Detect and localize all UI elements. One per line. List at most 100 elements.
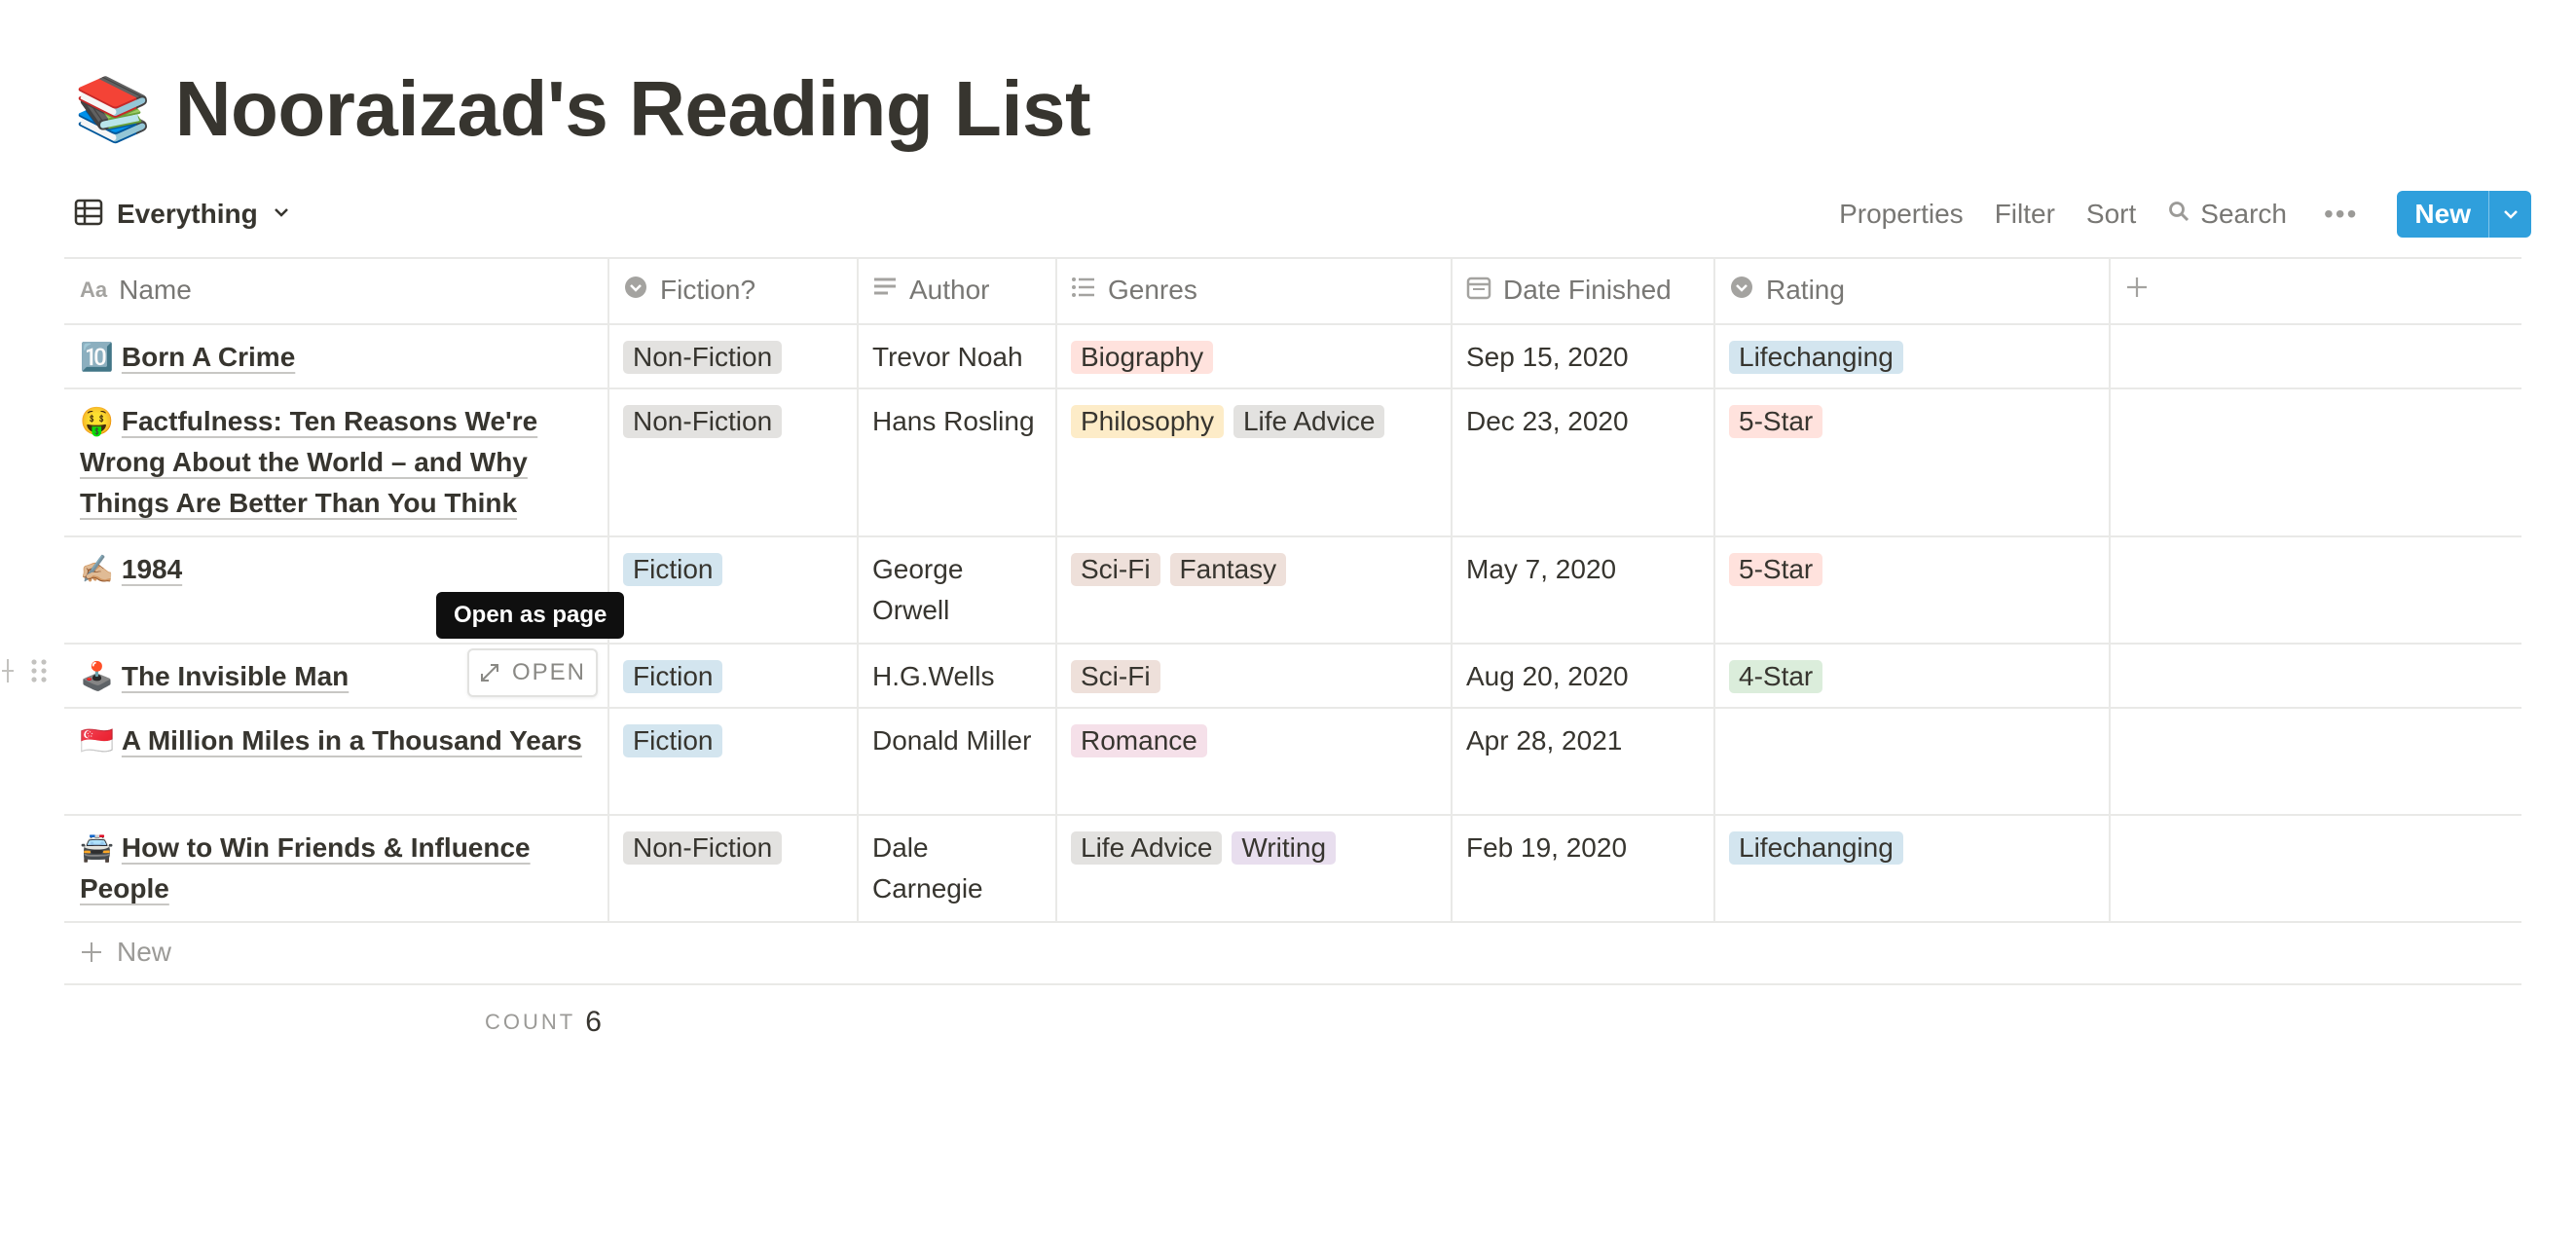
rating-cell[interactable]: 4-Star [1713, 643, 2109, 711]
column-header-fiction[interactable]: Fiction? [607, 257, 857, 323]
list-icon [1071, 275, 1096, 307]
column-label: Date Finished [1503, 275, 1672, 305]
page-title-text[interactable]: Nooraizad's Reading List [175, 64, 1091, 154]
author-cell[interactable]: Trevor Noah [857, 323, 1055, 391]
rating-cell[interactable]: Lifechanging [1713, 814, 2109, 882]
view-selector[interactable]: Everything [74, 191, 291, 238]
table-row[interactable]: 🕹️ The Invisible Man Fiction H.G.Wells Sci-F… [64, 643, 2521, 707]
fiction-cell[interactable]: Non-Fiction [607, 387, 857, 456]
new-row-label: New [117, 937, 172, 967]
genres-cell[interactable]: Biography [1055, 323, 1451, 391]
tag: 4-Star [1729, 660, 1823, 693]
name-cell[interactable]: 🔟 Born A Crime [64, 323, 607, 391]
column-header-rating[interactable]: Rating [1713, 257, 2109, 323]
row-drag-handle[interactable] [0, 656, 49, 690]
date-cell[interactable]: Sep 15, 2020 [1451, 323, 1713, 391]
filter-button[interactable]: Filter [1995, 199, 2055, 230]
tag: Philosophy [1071, 405, 1224, 438]
tag: Non-Fiction [623, 341, 783, 374]
page-name-link[interactable]: Born A Crime [122, 342, 295, 372]
date-text: Aug 20, 2020 [1466, 661, 1629, 691]
sort-button[interactable]: Sort [2086, 199, 2136, 230]
column-header-name[interactable]: Aa Name [64, 257, 607, 323]
author-text: Trevor Noah [872, 342, 1023, 372]
date-cell[interactable]: Dec 23, 2020 [1451, 387, 1713, 456]
name-cell[interactable]: 🤑 Factfulness: Ten Reasons We're Wrong Ab… [64, 387, 607, 537]
name-cell[interactable]: 🚔 How to Win Friends & Influence People [64, 814, 607, 923]
table-row[interactable]: 🚔 How to Win Friends & Influence People No… [64, 814, 2521, 921]
drag-icon[interactable] [29, 656, 49, 690]
page-name-link[interactable]: The Invisible Man [122, 661, 349, 691]
text-icon: Aa [80, 277, 108, 302]
table-row[interactable]: 🔟 Born A Crime Non-Fiction Trevor Noah Biogr… [64, 323, 2521, 387]
plus-icon[interactable] [0, 656, 18, 690]
books-icon: 📚 [74, 74, 152, 144]
new-row-button[interactable]: New [64, 921, 2521, 983]
tag: Life Advice [1071, 831, 1223, 865]
toolbar-actions: Properties Filter Sort Search ••• New [1808, 191, 2531, 238]
properties-button[interactable]: Properties [1839, 199, 1964, 230]
fiction-cell[interactable]: Non-Fiction [607, 323, 857, 391]
date-cell[interactable]: Aug 20, 2020 [1451, 643, 1713, 711]
rating-cell[interactable]: 5-Star [1713, 387, 2109, 456]
page-title: 📚 Nooraizad's Reading List [74, 60, 1091, 158]
page-emoji-icon: 🕹️ [80, 661, 114, 691]
column-header-genres[interactable]: Genres [1055, 257, 1451, 323]
fiction-cell[interactable]: Fiction [607, 643, 857, 711]
empty-cell[interactable] [2109, 323, 2521, 350]
tag: Lifechanging [1729, 831, 1903, 865]
tag: Fiction [623, 724, 723, 757]
genres-cell[interactable]: Philosophy Life Advice [1055, 387, 1451, 456]
rating-cell[interactable]: 5-Star [1713, 535, 2109, 604]
rating-cell[interactable]: Lifechanging [1713, 323, 2109, 391]
name-cell[interactable]: 🇸🇬 A Million Miles in a Thousand Years [64, 707, 607, 775]
plus-icon [82, 942, 101, 962]
author-cell[interactable]: Dale Carnegie [857, 814, 1055, 923]
empty-cell[interactable] [2109, 535, 2521, 563]
page-name-link[interactable]: 1984 [122, 554, 182, 584]
genres-cell[interactable]: Life Advice Writing [1055, 814, 1451, 882]
table-row[interactable]: 🇸🇬 A Million Miles in a Thousand Years Fic… [64, 707, 2521, 814]
expand-icon [480, 664, 498, 682]
more-options-icon[interactable]: ••• [2324, 199, 2358, 230]
column-header-author[interactable]: Author [857, 257, 1055, 323]
page-name-link[interactable]: Factfulness: Ten Reasons We're Wrong Abo… [80, 406, 537, 518]
view-label: Everything [117, 199, 258, 229]
empty-cell[interactable] [2109, 707, 2521, 734]
page-name-link[interactable]: How to Win Friends & Influence People [80, 832, 531, 904]
author-cell[interactable]: Hans Rosling [857, 387, 1055, 456]
new-dropdown-button[interactable] [2488, 191, 2531, 238]
genres-cell[interactable]: Sci-Fi Fantasy [1055, 535, 1451, 604]
search-button[interactable]: Search [2167, 199, 2287, 230]
author-cell[interactable]: George Orwell [857, 535, 1055, 645]
author-cell[interactable]: H.G.Wells [857, 643, 1055, 711]
search-icon [2167, 199, 2190, 230]
fiction-cell[interactable]: Fiction [607, 707, 857, 775]
tag: Writing [1232, 831, 1337, 865]
count-value: 6 [585, 1006, 602, 1038]
count-label: COUNT [485, 1010, 576, 1034]
empty-cell[interactable] [2109, 814, 2521, 841]
table-row[interactable]: ✍🏼 1984 Fiction George Orwell Sci-Fi Fantasy M… [64, 535, 2521, 643]
count-summary[interactable]: COUNT 6 [485, 1003, 602, 1042]
fiction-cell[interactable]: Non-Fiction [607, 814, 857, 882]
empty-cell[interactable] [2109, 387, 2521, 415]
add-property-button[interactable] [2109, 257, 2521, 323]
chevron-down-icon [2503, 210, 2518, 219]
table-row[interactable]: 🤑 Factfulness: Ten Reasons We're Wrong Ab… [64, 387, 2521, 535]
rating-cell[interactable] [1713, 707, 2109, 734]
genres-cell[interactable]: Romance [1055, 707, 1451, 775]
empty-cell[interactable] [2109, 643, 2521, 670]
date-cell[interactable]: Apr 28, 2021 [1451, 707, 1713, 775]
tag: Fantasy [1169, 553, 1287, 586]
genres-cell[interactable]: Sci-Fi [1055, 643, 1451, 711]
table-view-icon [74, 198, 103, 232]
author-cell[interactable]: Donald Miller [857, 707, 1055, 775]
column-header-date-finished[interactable]: Date Finished [1451, 257, 1713, 323]
page-name-link[interactable]: A Million Miles in a Thousand Years [122, 725, 582, 756]
open-page-button[interactable]: OPEN [467, 648, 598, 697]
new-button[interactable]: New [2397, 191, 2488, 238]
date-cell[interactable]: May 7, 2020 [1451, 535, 1713, 604]
date-cell[interactable]: Feb 19, 2020 [1451, 814, 1713, 882]
fiction-cell[interactable]: Fiction [607, 535, 857, 604]
